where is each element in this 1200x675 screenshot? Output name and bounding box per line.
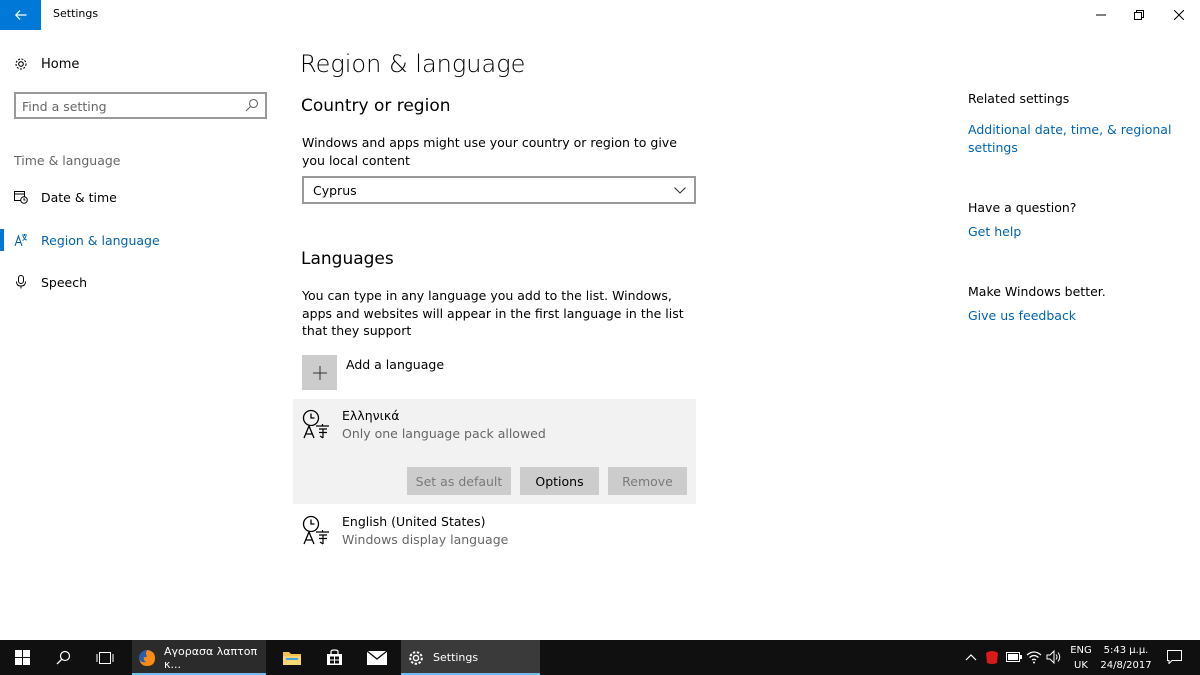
sidebar-item-speech[interactable]: Speech <box>0 271 280 293</box>
task-view-button[interactable] <box>85 640 125 675</box>
country-heading: Country or region <box>301 96 451 116</box>
store-icon <box>326 649 342 665</box>
chevron-up-icon <box>965 654 977 661</box>
get-help-link[interactable]: Get help <box>968 223 1178 241</box>
give-feedback-link[interactable]: Give us feedback <box>968 307 1178 325</box>
taskbar-mail[interactable] <box>357 640 397 675</box>
tray-app-icon[interactable] <box>984 649 1000 665</box>
taskbar-firefox[interactable]: Αγορασα λαπτοπ κ... <box>132 640 266 675</box>
question-heading: Have a question? <box>968 200 1077 215</box>
plus-icon <box>302 355 337 390</box>
sidebar-item-label: Speech <box>41 274 88 290</box>
language-pack-icon <box>302 409 329 439</box>
options-button[interactable]: Options <box>520 467 599 495</box>
language-name: Ελληνικά <box>342 408 400 423</box>
taskbar-settings-label: Settings <box>433 651 479 664</box>
sidebar-item-region-language[interactable]: Region & language <box>0 229 280 251</box>
window-title: Settings <box>53 7 99 20</box>
search-button[interactable] <box>43 640 83 675</box>
search-icon <box>56 650 70 665</box>
restore-icon <box>1134 10 1144 20</box>
clock-date: 24/8/2017 <box>1100 660 1152 671</box>
taskbar-settings[interactable]: Settings <box>401 640 540 675</box>
language-item-english[interactable]: English (United States) Windows display … <box>293 505 696 555</box>
region-language-icon <box>14 233 28 247</box>
tray-battery[interactable] <box>1006 649 1022 665</box>
close-icon <box>1174 10 1184 20</box>
remove-button[interactable]: Remove <box>608 467 687 495</box>
red-app-icon <box>986 651 998 664</box>
sidebar-item-date-time[interactable]: Date & time <box>0 186 280 208</box>
input-language-line2: UK <box>1074 660 1088 671</box>
minimize-icon <box>1096 14 1106 16</box>
language-pack-icon <box>302 515 329 545</box>
tray-volume[interactable] <box>1046 649 1062 665</box>
clock-time: 5:43 μ.μ. <box>1103 645 1149 656</box>
back-button[interactable] <box>0 0 41 30</box>
microphone-icon <box>14 275 28 289</box>
page-title: Region & language <box>300 50 526 78</box>
gear-icon <box>14 57 28 71</box>
clock[interactable]: 5:43 μ.μ. 24/8/2017 <box>1100 644 1152 672</box>
volume-icon <box>1046 650 1061 664</box>
sidebar-home[interactable]: Home <box>14 54 79 74</box>
wifi-icon <box>1026 651 1042 664</box>
language-subtitle: Only one language pack allowed <box>342 426 546 441</box>
calendar-clock-icon <box>14 190 28 204</box>
taskbar-file-explorer[interactable] <box>272 640 312 675</box>
sidebar-item-label: Region & language <box>41 232 160 248</box>
search-icon <box>245 98 259 112</box>
section-label: Time & language <box>14 153 121 168</box>
sidebar-item-label: Date & time <box>41 189 117 205</box>
mail-icon <box>367 650 387 665</box>
related-settings-heading: Related settings <box>968 91 1070 106</box>
country-description: Windows and apps might use your country … <box>302 135 677 168</box>
taskbar: Αγορασα λαπτοπ κ... Settings ENG UK 5:43… <box>0 640 1200 675</box>
battery-icon <box>1006 652 1022 662</box>
search-box[interactable] <box>14 92 267 119</box>
input-language-indicator[interactable]: ENG UK <box>1066 644 1096 672</box>
search-input[interactable] <box>22 97 237 115</box>
country-select-value: Cyprus <box>313 183 357 198</box>
taskbar-firefox-label: Αγορασα λαπτοπ κ... <box>164 644 258 671</box>
country-select[interactable]: Cyprus <box>302 176 696 204</box>
language-name: English (United States) <box>342 514 486 529</box>
start-button[interactable] <box>2 640 42 675</box>
title-bar: Settings <box>0 0 1200 30</box>
tray-wifi[interactable] <box>1026 649 1042 665</box>
language-subtitle: Windows display language <box>342 532 509 547</box>
back-arrow-icon <box>14 10 26 20</box>
input-language-line1: ENG <box>1070 645 1092 656</box>
firefox-icon <box>138 649 156 667</box>
add-language-label: Add a language <box>346 357 445 372</box>
chevron-down-icon <box>674 187 686 194</box>
taskbar-store[interactable] <box>314 640 354 675</box>
close-button[interactable] <box>1156 0 1200 30</box>
feedback-heading: Make Windows better. <box>968 284 1106 299</box>
additional-settings-link[interactable]: Additional date, time, & regional settin… <box>968 121 1178 156</box>
windows-logo-icon <box>14 650 30 665</box>
task-view-icon <box>96 651 114 664</box>
set-as-default-button[interactable]: Set as default <box>407 467 511 495</box>
show-hidden-icons-button[interactable] <box>963 649 979 665</box>
languages-heading: Languages <box>301 249 394 269</box>
action-center-button[interactable] <box>1166 649 1182 665</box>
languages-description: You can type in any language you add to … <box>302 288 684 338</box>
add-language-button[interactable]: Add a language <box>302 355 444 390</box>
sidebar-home-label: Home <box>41 56 80 72</box>
gear-icon <box>407 649 425 667</box>
notification-icon <box>1166 650 1182 664</box>
folder-icon <box>283 652 301 665</box>
